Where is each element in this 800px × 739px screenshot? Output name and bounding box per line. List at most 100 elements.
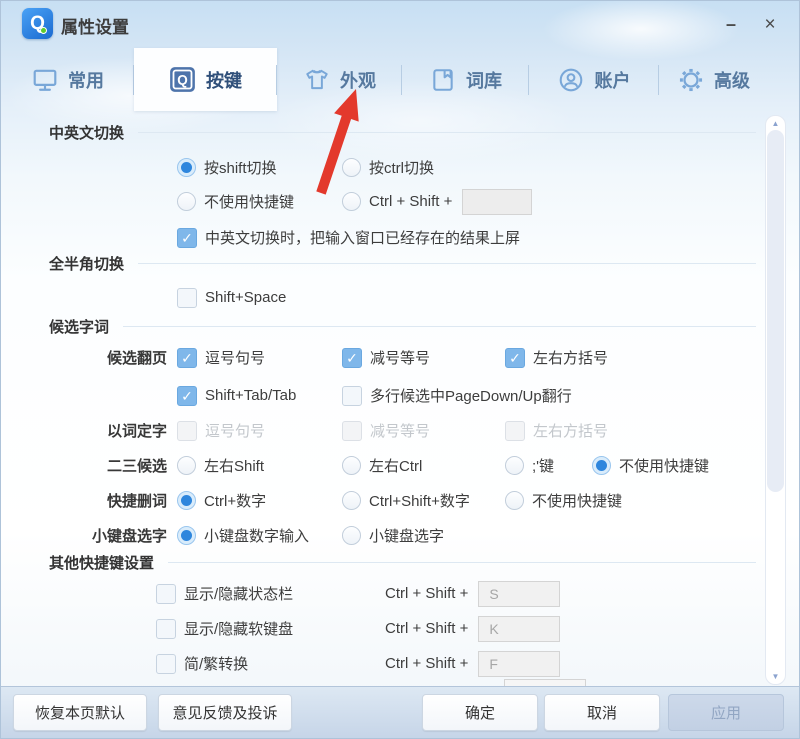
radio-unselected: [342, 192, 361, 211]
tshirt-icon: [303, 66, 330, 93]
radio-altselect-shift[interactable]: 左右Shift: [177, 455, 332, 476]
shortcut-key-input[interactable]: [478, 616, 560, 642]
radio-numpad-number-input[interactable]: 小键盘数字输入: [177, 525, 332, 546]
ok-button[interactable]: 确定: [422, 694, 538, 731]
option-label: 减号等号: [370, 420, 430, 441]
checkbox-checked: ✓: [177, 386, 197, 406]
checkbox-checked: ✓: [177, 228, 197, 248]
check-icon: ✓: [346, 351, 358, 365]
cn-en-row-3: ✓ 中英文切换时，把输入窗口已经存在的结果上屏: [1, 220, 765, 255]
tab-label: 账户: [595, 67, 631, 93]
quick-delete-row: 快捷删词 Ctrl+数字 Ctrl+Shift+数字 不使用快捷键: [1, 483, 765, 518]
feedback-button[interactable]: 意见反馈及投诉: [158, 694, 292, 731]
hotkey-prefix: Ctrl + Shift +: [385, 620, 468, 637]
checkbox-disabled: [505, 421, 525, 441]
section-title: 全半角切换: [49, 253, 124, 274]
tab-general[interactable]: 常用: [1, 48, 134, 111]
checkbox-toggle-softkeyboard[interactable]: 显示/隐藏软键盘: [156, 618, 385, 639]
section-candidates: 候选字词: [49, 314, 756, 338]
checkbox-toggle-statusbar[interactable]: 显示/隐藏状态栏: [156, 583, 385, 604]
checkbox-paging-tab[interactable]: ✓ Shift+Tab/Tab: [177, 386, 332, 406]
checkbox-shift-space[interactable]: Shift+Space: [177, 288, 286, 308]
radio-option-custom-hotkey[interactable]: Ctrl + Shift +: [342, 189, 532, 215]
numpad-row: 小键盘选字 小键盘数字输入 小键盘选字: [1, 518, 765, 553]
checkbox-wordpick-comma-disabled: 逗号句号: [177, 420, 332, 441]
shortcut-row-statusbar: 显示/隐藏状态栏 Ctrl + Shift +: [1, 576, 765, 611]
option-label: 简/繁转换: [184, 653, 248, 674]
hotkey-prefix: Ctrl + Shift +: [385, 585, 468, 602]
section-divider: [138, 263, 756, 264]
cn-en-row-1: 按shift切换 按ctrl切换: [1, 150, 765, 185]
option-label: 显示/隐藏状态栏: [184, 583, 293, 604]
close-button[interactable]: ×: [756, 12, 784, 37]
option-label: Ctrl+Shift+数字: [369, 490, 470, 511]
checkbox-checked: ✓: [177, 348, 197, 368]
custom-hotkey-input[interactable]: [462, 189, 532, 215]
q-key-icon: Q: [169, 66, 196, 93]
radio-unselected: [342, 491, 361, 510]
scrollbar-thumb[interactable]: [767, 130, 784, 492]
option-label: 不使用快捷键: [204, 191, 294, 212]
minimize-button[interactable]: –: [717, 12, 745, 37]
scroll-down-icon[interactable]: ▼: [766, 672, 785, 681]
radio-numpad-pick[interactable]: 小键盘选字: [342, 525, 444, 546]
row-label: 二三候选: [1, 455, 167, 476]
hotkey-prefix: Ctrl + Shift +: [385, 655, 468, 672]
radio-option-no-hotkey[interactable]: 不使用快捷键: [177, 191, 332, 212]
check-icon: ✓: [181, 389, 193, 403]
scrollbar[interactable]: ▲ ▼: [765, 115, 786, 685]
scroll-up-icon[interactable]: ▲: [766, 119, 785, 128]
section-cn-en-switch: 中英文切换: [49, 120, 756, 144]
radio-selected: [177, 491, 196, 510]
checkbox-paging-comma[interactable]: ✓ 逗号句号: [177, 347, 332, 368]
monitor-icon: [31, 66, 58, 93]
paging-row-2: ✓ Shift+Tab/Tab 多行候选中PageDown/Up翻行: [1, 378, 765, 413]
radio-unselected: [177, 192, 196, 211]
checkbox-commit-on-switch[interactable]: ✓ 中英文切换时，把输入窗口已经存在的结果上屏: [177, 227, 520, 248]
checkbox-wordpick-minus-disabled: 减号等号: [342, 420, 495, 441]
word-pick-row: 以词定字 逗号句号 减号等号 左右方括号: [1, 413, 765, 448]
option-label: 减号等号: [370, 347, 430, 368]
checkbox-unchecked: [177, 288, 197, 308]
radio-altselect-semicolon[interactable]: ;'键: [505, 455, 582, 476]
radio-unselected: [342, 158, 361, 177]
checkbox-simp-trad-convert[interactable]: 简/繁转换: [156, 653, 385, 674]
gear-icon: [677, 66, 704, 93]
tab-keys[interactable]: Q 按键: [134, 48, 277, 111]
radio-quickdel-none[interactable]: 不使用快捷键: [505, 490, 622, 511]
checkbox-paging-bracket[interactable]: ✓ 左右方括号: [505, 347, 608, 368]
restore-defaults-button[interactable]: 恢复本页默认: [13, 694, 147, 731]
section-divider: [138, 132, 756, 133]
radio-altselect-none[interactable]: 不使用快捷键: [592, 455, 709, 476]
checkbox-unchecked: [342, 386, 362, 406]
tab-label: 按键: [206, 67, 242, 93]
radio-quickdel-ctrl-num[interactable]: Ctrl+数字: [177, 490, 332, 511]
title-bar: Q 属性设置 – ×: [1, 1, 799, 47]
cn-en-row-2: 不使用快捷键 Ctrl + Shift +: [1, 184, 765, 219]
option-label: 多行候选中PageDown/Up翻行: [370, 385, 572, 406]
window-title: 属性设置: [61, 13, 129, 38]
user-icon: [558, 66, 585, 93]
checkbox-paging-pagedown[interactable]: 多行候选中PageDown/Up翻行: [342, 385, 572, 406]
shortcut-key-input[interactable]: [478, 581, 560, 607]
shortcut-key-input[interactable]: [478, 651, 560, 677]
radio-option-shift-switch[interactable]: 按shift切换: [177, 157, 332, 178]
tab-account[interactable]: 账户: [529, 48, 659, 111]
section-title: 候选字词: [49, 316, 109, 337]
checkbox-paging-minus[interactable]: ✓ 减号等号: [342, 347, 495, 368]
checkbox-unchecked: [156, 654, 176, 674]
svg-text:Q: Q: [177, 73, 188, 88]
tab-advanced[interactable]: 高级: [659, 48, 768, 111]
option-label: 逗号句号: [205, 347, 265, 368]
cancel-button[interactable]: 取消: [544, 694, 660, 731]
radio-quickdel-ctrl-shift-num[interactable]: Ctrl+Shift+数字: [342, 490, 495, 511]
tab-dictionary[interactable]: 词库: [402, 48, 529, 111]
section-divider: [168, 562, 756, 563]
radio-altselect-ctrl[interactable]: 左右Ctrl: [342, 455, 495, 476]
option-label: 按ctrl切换: [369, 157, 434, 178]
shortcut-row-simplified-traditional: 简/繁转换 Ctrl + Shift +: [1, 646, 765, 681]
checkbox-checked: ✓: [342, 348, 362, 368]
tab-appearance[interactable]: 外观: [277, 48, 402, 111]
radio-option-ctrl-switch[interactable]: 按ctrl切换: [342, 157, 434, 178]
tab-bar: 常用 Q 按键 外观: [1, 48, 768, 111]
